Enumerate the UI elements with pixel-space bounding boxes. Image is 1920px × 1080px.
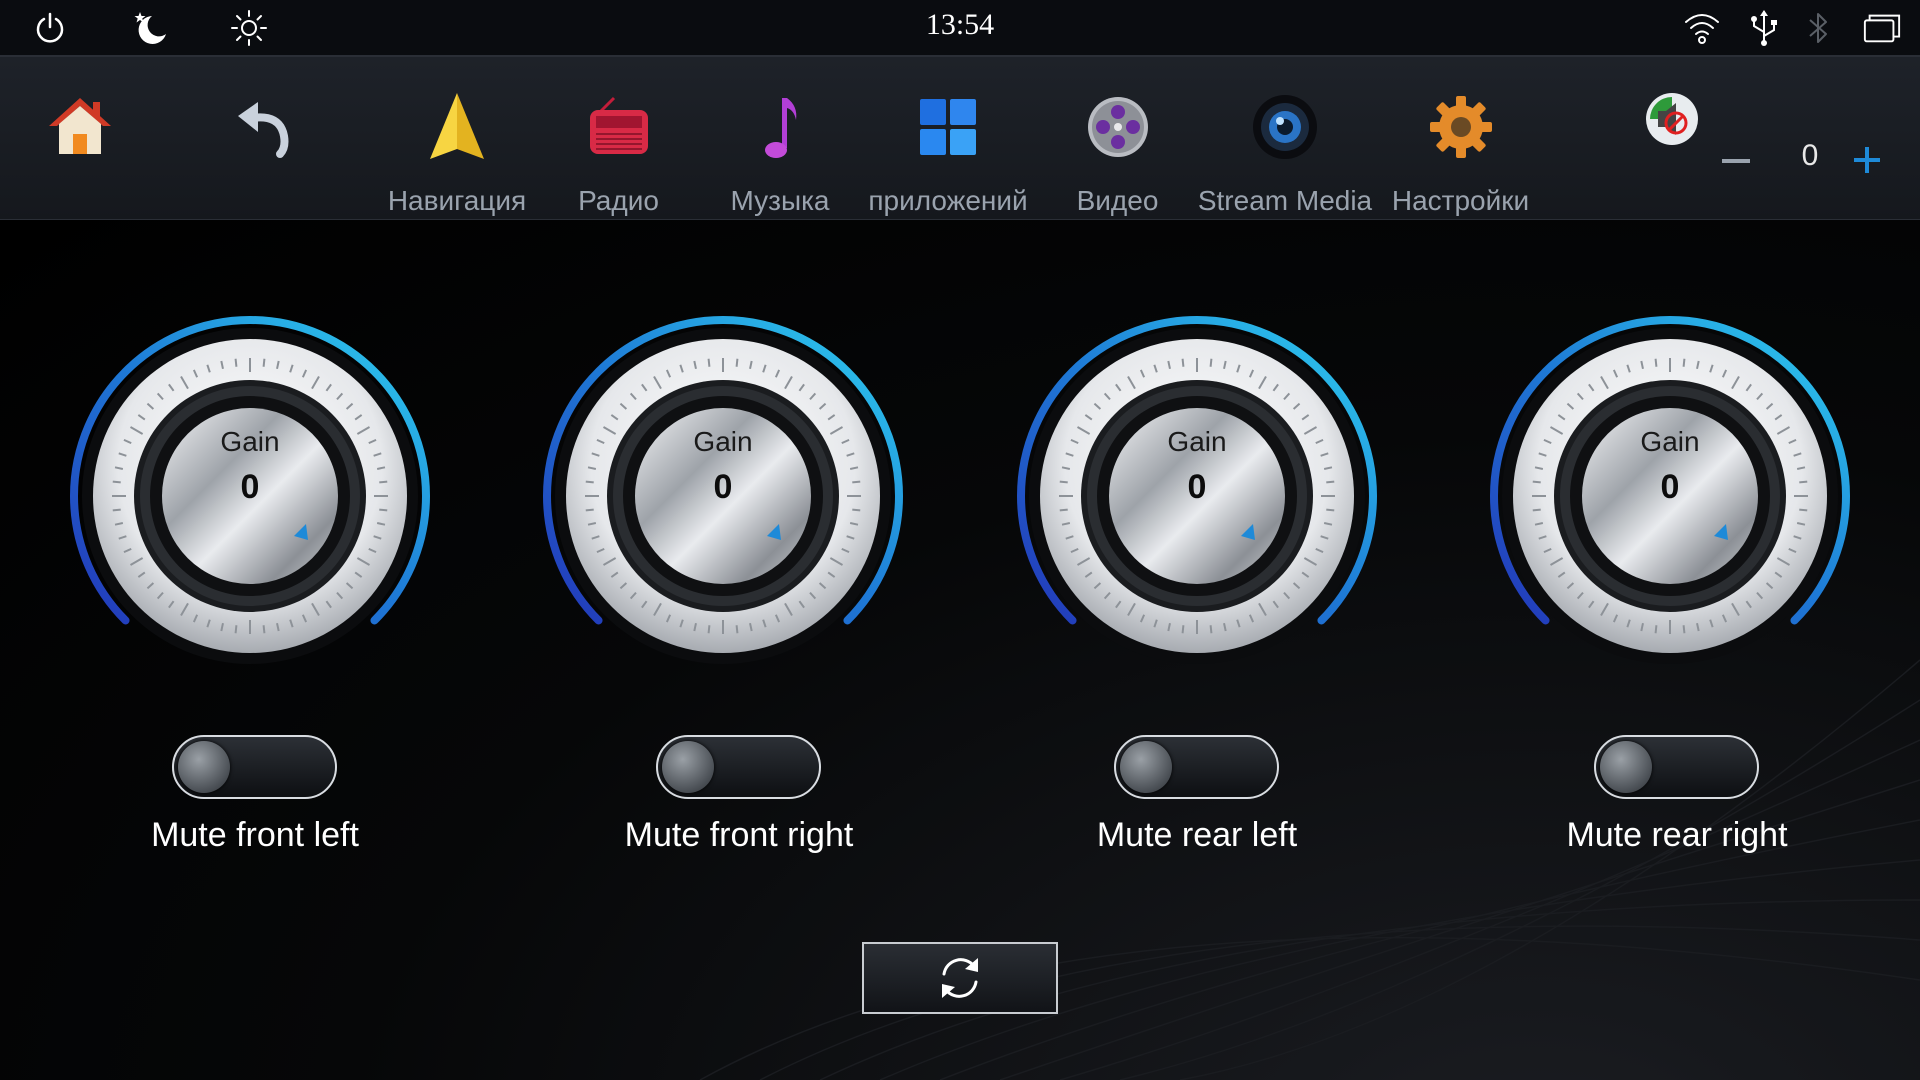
toggle-thumb bbox=[1120, 741, 1172, 793]
app-settings[interactable]: Настройки bbox=[1383, 57, 1538, 219]
mute-rear-left-label: Mute rear left bbox=[1096, 816, 1298, 854]
app-home[interactable] bbox=[35, 57, 125, 219]
mute-front-left-label: Mute front left bbox=[151, 816, 359, 854]
volume-up-button[interactable] bbox=[1850, 139, 1886, 179]
volume-muted-icon[interactable] bbox=[1640, 89, 1700, 149]
toggle-thumb bbox=[1600, 741, 1652, 793]
stream-media-icon bbox=[1245, 87, 1325, 167]
app-back[interactable] bbox=[220, 57, 310, 219]
refresh-icon bbox=[942, 958, 978, 998]
status-clock: 13:54 bbox=[925, 8, 995, 41]
app-video[interactable]: Видео bbox=[1065, 57, 1170, 219]
brightness-icon[interactable] bbox=[229, 8, 269, 48]
night-mode-icon[interactable] bbox=[130, 8, 170, 48]
radio-icon bbox=[579, 87, 659, 167]
recent-apps-icon[interactable] bbox=[1862, 8, 1902, 48]
gain-knob-rear-right[interactable]: Gain 0 bbox=[1490, 316, 1850, 676]
gain-knob-rear-left[interactable]: Gain 0 bbox=[1017, 316, 1377, 676]
gain-knob-front-left[interactable]: Gain 0 bbox=[70, 316, 430, 676]
power-icon[interactable] bbox=[30, 8, 70, 48]
toggle-thumb bbox=[178, 741, 230, 793]
usb-icon bbox=[1744, 8, 1784, 48]
home-icon bbox=[40, 87, 120, 167]
music-icon bbox=[740, 87, 820, 167]
app-stream-media[interactable]: Stream Media bbox=[1195, 57, 1375, 219]
volume-value: 0 bbox=[1801, 139, 1819, 172]
video-reel-icon bbox=[1078, 87, 1158, 167]
app-radio[interactable]: Радио bbox=[566, 57, 671, 219]
app-bar: Навигация Радио Музыка приложений Видео … bbox=[0, 57, 1920, 220]
apps-grid-icon bbox=[908, 87, 988, 167]
wifi-icon bbox=[1682, 8, 1722, 48]
reset-button[interactable] bbox=[862, 942, 1058, 1014]
mute-front-left-toggle[interactable] bbox=[172, 735, 337, 799]
gear-icon bbox=[1421, 87, 1501, 167]
toggle-thumb bbox=[662, 741, 714, 793]
mute-rear-right-label: Mute rear right bbox=[1566, 816, 1788, 854]
mute-rear-right-toggle[interactable] bbox=[1594, 735, 1759, 799]
app-navigation[interactable]: Навигация bbox=[382, 57, 532, 219]
volume-down-button[interactable] bbox=[1722, 159, 1750, 163]
navigation-icon bbox=[417, 87, 497, 167]
app-apps[interactable]: приложений bbox=[860, 57, 1036, 219]
speaker-gain-panel: Gain 0 Gain 0 Gain 0 Gain 0 Mute front l… bbox=[0, 220, 1920, 1080]
bluetooth-icon bbox=[1798, 8, 1838, 48]
mute-rear-left-toggle[interactable] bbox=[1114, 735, 1279, 799]
volume-control: 0 bbox=[1640, 57, 1920, 219]
mute-front-right-toggle[interactable] bbox=[656, 735, 821, 799]
app-music[interactable]: Музыка bbox=[720, 57, 840, 219]
mute-front-right-label: Mute front right bbox=[624, 816, 854, 854]
status-bar: 13:54 bbox=[0, 0, 1920, 57]
back-icon bbox=[225, 87, 305, 167]
gain-knob-front-right[interactable]: Gain 0 bbox=[543, 316, 903, 676]
